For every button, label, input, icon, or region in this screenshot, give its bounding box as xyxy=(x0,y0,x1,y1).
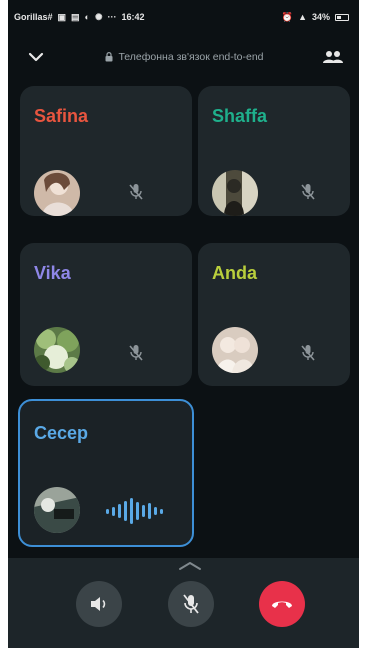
mic-off-icon xyxy=(126,343,146,363)
alarm-icon: ⏰ xyxy=(281,11,294,22)
speaker-button[interactable] xyxy=(76,581,122,627)
chevron-down-icon xyxy=(28,52,44,62)
chat-icon: ◐ xyxy=(84,11,90,22)
carrier-label: Gorillas# xyxy=(14,12,53,22)
status-left: Gorillas# ▣ ▤ ◐ ✺ ··· 16:42 xyxy=(14,12,145,22)
lock-icon xyxy=(105,52,113,62)
end-call-icon xyxy=(272,601,292,608)
participant-tile-cecep[interactable]: Cecep xyxy=(18,399,194,547)
participant-tile-vika[interactable]: Vika xyxy=(20,243,192,386)
avatar-image xyxy=(212,170,258,216)
participant-tile-shaffa[interactable]: Shaffa xyxy=(198,86,350,216)
end-call-button[interactable] xyxy=(259,581,305,627)
call-header: Телефонна зв'язок end-to-end xyxy=(8,40,359,74)
status-right: ⏰ ▲ 34% xyxy=(282,12,349,22)
status-time: 16:42 xyxy=(121,12,145,22)
avatar-image xyxy=(34,170,80,216)
notification-icon: ▣ xyxy=(57,11,67,22)
avatar xyxy=(34,327,80,373)
signal-icon: ▲ xyxy=(298,11,307,22)
avatar-image xyxy=(34,487,80,533)
participant-name: Cecep xyxy=(34,423,89,443)
speaker-icon xyxy=(91,597,106,611)
status-bar: Gorillas# ▣ ▤ ◐ ✺ ··· 16:42 ⏰ ▲ 34% xyxy=(8,0,359,34)
more-icon: ··· xyxy=(107,11,117,22)
mic-off-icon xyxy=(183,594,199,614)
battery-percent: 34% xyxy=(311,12,330,22)
participants-button[interactable] xyxy=(319,43,347,71)
avatar-image xyxy=(212,327,258,373)
mic-off-icon xyxy=(298,182,318,202)
avatar xyxy=(34,170,80,216)
mic-off-icon xyxy=(298,343,318,363)
settings-icon: ✺ xyxy=(95,11,103,22)
mic-off-icon xyxy=(126,182,146,202)
battery-icon xyxy=(335,13,349,21)
participant-name: Safina xyxy=(34,106,89,126)
participant-name: Shaffa xyxy=(212,106,268,126)
participant-name: Anda xyxy=(212,263,257,283)
participant-tile-anda[interactable]: Anda xyxy=(198,243,350,386)
avatar xyxy=(34,487,80,533)
avatar-image xyxy=(34,327,80,373)
collapse-button[interactable] xyxy=(22,43,50,71)
expand-handle[interactable] xyxy=(176,559,204,571)
chevron-up-icon xyxy=(179,562,201,570)
encryption-text: Телефонна зв'язок end-to-end xyxy=(118,51,264,63)
speaking-waveform-icon xyxy=(106,497,163,525)
phone-screen: Gorillas# ▣ ▤ ◐ ✺ ··· 16:42 ⏰ ▲ 34% Теле… xyxy=(8,0,359,648)
encryption-notice: Телефонна зв'язок end-to-end xyxy=(105,51,264,63)
avatar xyxy=(212,327,258,373)
mute-button[interactable] xyxy=(168,581,214,627)
people-icon xyxy=(323,51,343,63)
notification-icon: ▤ xyxy=(71,11,80,22)
participant-name: Vika xyxy=(34,263,71,283)
avatar xyxy=(212,170,258,216)
participant-tile-safina[interactable]: Safina xyxy=(20,86,192,216)
